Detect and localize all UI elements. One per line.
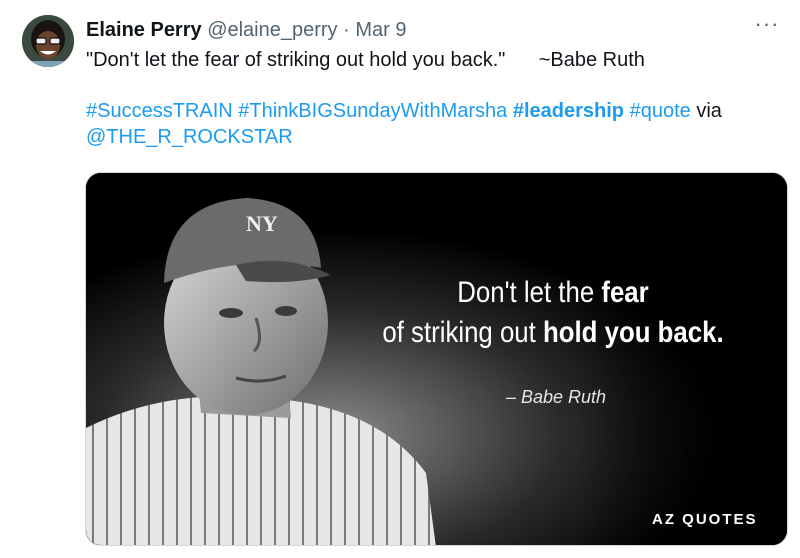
hashtag-thinkbigsunday[interactable]: #ThinkBIGSundayWithMarsha <box>238 100 507 122</box>
azquotes-logo: AZ QUOTES <box>652 511 758 528</box>
mention-link[interactable]: @THE_R_ROCKSTAR <box>86 126 293 148</box>
tweet-text: "Don't let the fear of striking out hold… <box>86 47 770 150</box>
quote-bold2: hold you back. <box>542 316 724 349</box>
avatar-photo <box>22 15 74 67</box>
babe-ruth-photo: NY <box>86 173 787 545</box>
tweet-date[interactable]: Mar 9 <box>355 19 406 41</box>
quote-part1: Don't let the <box>457 276 602 309</box>
tweet-media-image[interactable]: NY Don't let the fear of striking out ho… <box>85 172 788 546</box>
more-horizontal-icon: ··· <box>754 11 780 36</box>
quote-part2: of striking out <box>382 316 543 349</box>
author-handle[interactable]: @elaine_perry <box>207 19 337 41</box>
image-quote-text: Don't let the fear of striking out hold … <box>377 273 730 353</box>
quote-bold1: fear <box>601 276 649 309</box>
tweet-header: Elaine Perry @elaine_perry · Mar 9 <box>86 17 740 43</box>
hashtag-leadership[interactable]: #leadership <box>513 100 624 122</box>
image-quote-author: – Babe Ruth <box>506 387 607 407</box>
tweet-quote-line: "Don't let the fear of striking out hold… <box>86 49 645 71</box>
tweet-hashtags: #SuccessTRAIN #ThinkBIGSundayWithMarsha … <box>86 98 770 150</box>
separator-dot: · <box>343 19 350 41</box>
author-name[interactable]: Elaine Perry <box>86 19 202 41</box>
via-text: via <box>696 100 722 122</box>
more-options-button[interactable]: ··· <box>752 11 782 38</box>
avatar[interactable] <box>22 15 74 67</box>
hashtag-quote[interactable]: #quote <box>630 100 691 122</box>
hashtag-successtrain[interactable]: #SuccessTRAIN <box>86 100 233 122</box>
